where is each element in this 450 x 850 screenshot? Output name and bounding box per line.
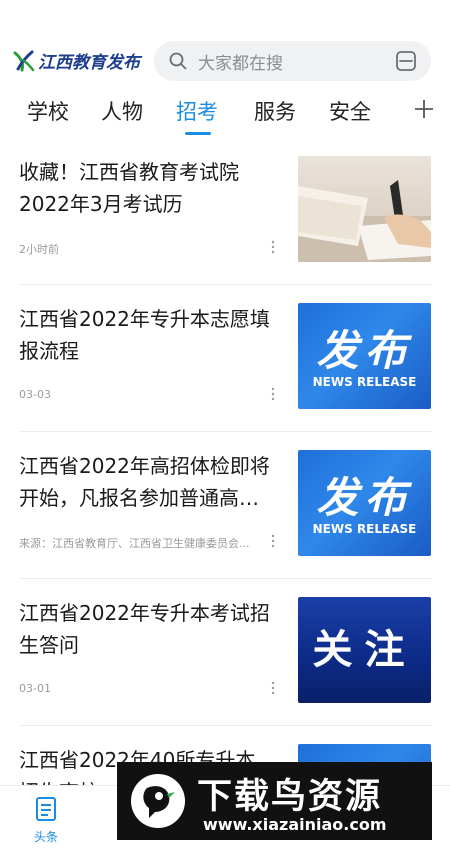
list-item[interactable]: 江西省2022年专升本志愿填报流程 03-03 发布 NEWS RELEASE xyxy=(0,285,450,432)
item-title[interactable]: 江西省2022年专升本志愿填报流程 xyxy=(19,303,274,367)
logo-icon xyxy=(13,50,35,71)
item-thumbnail[interactable]: 关注 xyxy=(298,597,431,703)
thumbnail-headline: 关注 xyxy=(312,627,417,673)
more-options-icon[interactable] xyxy=(270,680,276,696)
item-title[interactable]: 江西省2022年高招体检即将开始，凡报名参加普通高考的考生请注意 xyxy=(19,450,274,514)
watermark-title: 下载鸟资源 xyxy=(197,777,383,817)
tab-school[interactable]: 学校 xyxy=(27,96,69,126)
item-meta: 03-01 xyxy=(19,682,51,695)
nav-headlines-label: 头条 xyxy=(33,830,58,844)
tab-services[interactable]: 服务 xyxy=(254,96,296,126)
category-tabs: 学校 人物 招考 服务 安全 xyxy=(0,88,450,138)
item-thumbnail[interactable] xyxy=(298,156,431,262)
thumbnail-caption: NEWS RELEASE xyxy=(312,375,417,389)
document-icon xyxy=(36,797,56,821)
active-tab-indicator xyxy=(185,132,211,135)
item-meta: 2小时前 xyxy=(19,243,59,256)
search-placeholder[interactable]: 大家都在搜 xyxy=(198,49,283,74)
watermark-url: www.xiazainiao.com xyxy=(203,815,387,834)
item-meta: 来源：江西省教育厅、江西省卫生健康委员会... xyxy=(19,537,250,550)
more-options-icon[interactable] xyxy=(270,386,276,402)
thumbnail-headline: 发布 xyxy=(316,326,413,375)
bird-logo-icon xyxy=(131,774,185,828)
logo-text: 江西教育发布 xyxy=(38,53,140,73)
watermark-banner: 下载鸟资源 www.xiazainiao.com xyxy=(117,762,432,840)
item-thumbnail[interactable]: 发布 NEWS RELEASE xyxy=(298,303,431,409)
add-channel-icon[interactable] xyxy=(413,98,435,120)
more-options-icon[interactable] xyxy=(270,533,276,549)
item-meta: 03-03 xyxy=(19,388,51,401)
search-icon xyxy=(169,52,187,70)
tab-safety[interactable]: 安全 xyxy=(329,96,371,126)
header: 江西教育发布 大家都在搜 xyxy=(0,0,450,90)
tab-admissions[interactable]: 招考 xyxy=(176,96,218,126)
nav-headlines[interactable]: 头条 xyxy=(26,796,66,845)
search-bar[interactable]: 大家都在搜 xyxy=(154,41,431,81)
list-item[interactable]: 江西省2022年高招体检即将开始，凡报名参加普通高考的考生请注意 来源：江西省教… xyxy=(0,432,450,579)
thumbnail-caption: NEWS RELEASE xyxy=(312,522,417,536)
item-title[interactable]: 江西省2022年专升本考试招生答问 xyxy=(19,597,274,661)
item-title[interactable]: 收藏！江西省教育考试院2022年3月考试历 xyxy=(19,156,274,220)
list-item[interactable]: 收藏！江西省教育考试院2022年3月考试历 2小时前 xyxy=(0,138,450,285)
tab-people[interactable]: 人物 xyxy=(101,96,143,126)
list-item[interactable]: 江西省2022年专升本考试招生答问 03-01 关注 xyxy=(0,579,450,726)
item-thumbnail[interactable]: 发布 NEWS RELEASE xyxy=(298,450,431,556)
thumbnail-headline: 发布 xyxy=(316,473,413,522)
writing-photo-illustration xyxy=(298,180,431,262)
more-options-icon[interactable] xyxy=(270,239,276,255)
scan-icon[interactable] xyxy=(395,50,417,72)
app-logo[interactable]: 江西教育发布 xyxy=(12,48,140,73)
